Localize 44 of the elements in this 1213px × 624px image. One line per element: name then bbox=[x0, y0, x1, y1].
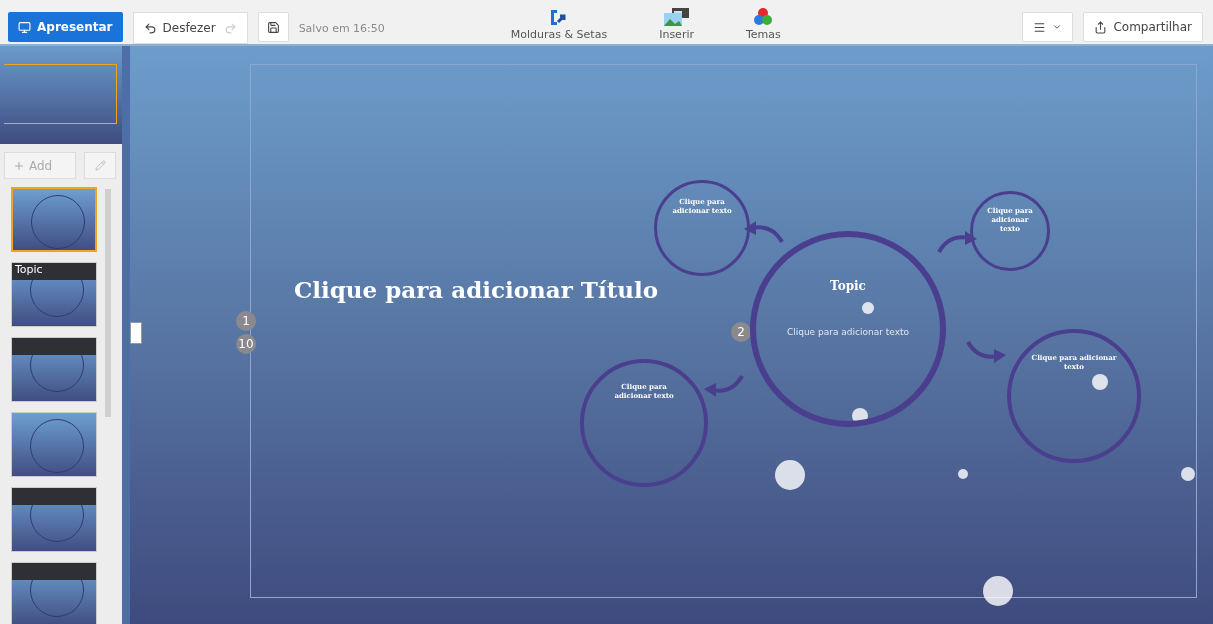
slide-thumbnail[interactable] bbox=[11, 562, 97, 624]
monitor-icon bbox=[18, 20, 31, 34]
path-number[interactable]: 2 bbox=[731, 322, 751, 342]
thumbnail-title: Topic bbox=[15, 263, 43, 276]
save-status: Salvo em 16:50 bbox=[298, 21, 385, 35]
light-spot bbox=[1181, 467, 1195, 481]
frame-arrow-icon bbox=[549, 8, 569, 26]
slide-title[interactable]: Clique para adicionar Título bbox=[294, 276, 659, 303]
share-icon bbox=[1094, 20, 1108, 34]
caret-icon bbox=[1052, 22, 1063, 32]
slide-thumbnail[interactable]: Topic bbox=[11, 262, 97, 327]
curved-arrow bbox=[702, 372, 746, 400]
panel-handle[interactable] bbox=[130, 322, 142, 344]
save-icon bbox=[266, 20, 280, 34]
toolbar-tool[interactable]: Molduras & Setas bbox=[504, 8, 614, 41]
path-number[interactable]: 10 bbox=[236, 334, 256, 354]
light-spot bbox=[983, 576, 1013, 606]
overview-thumbnail[interactable] bbox=[0, 46, 122, 144]
pencil-icon bbox=[94, 160, 106, 171]
undo-icon bbox=[143, 21, 157, 35]
topic-circle[interactable]: Topic Clique para adicionar texto bbox=[750, 231, 946, 427]
path-number[interactable]: 1 bbox=[236, 311, 256, 331]
light-spot bbox=[958, 469, 968, 479]
plus-icon bbox=[13, 159, 25, 172]
present-button[interactable]: Apresentar bbox=[8, 12, 123, 42]
share-button[interactable]: Compartilhar bbox=[1083, 12, 1203, 42]
curved-arrow bbox=[742, 218, 786, 246]
circle-text: Clique para adicionar texto bbox=[786, 327, 910, 337]
curved-arrow bbox=[935, 228, 979, 256]
image-icon bbox=[663, 8, 690, 26]
light-spot bbox=[1092, 374, 1108, 390]
circle-heading: Topic bbox=[829, 279, 867, 293]
menu-icon bbox=[1033, 20, 1047, 34]
curved-arrow bbox=[964, 338, 1008, 366]
light-spot bbox=[775, 460, 805, 490]
slide-thumbnail[interactable] bbox=[11, 187, 97, 252]
slide-thumbnail[interactable] bbox=[11, 487, 97, 552]
color-dots-icon bbox=[753, 8, 774, 26]
slide-thumbnail[interactable] bbox=[11, 412, 97, 477]
toolbar-tool[interactable]: Inserir bbox=[653, 8, 700, 41]
light-spot bbox=[862, 302, 874, 314]
slide-thumbnail[interactable] bbox=[11, 337, 97, 402]
toolbar-tool[interactable]: Temas bbox=[740, 8, 787, 41]
save-button[interactable] bbox=[257, 12, 289, 42]
